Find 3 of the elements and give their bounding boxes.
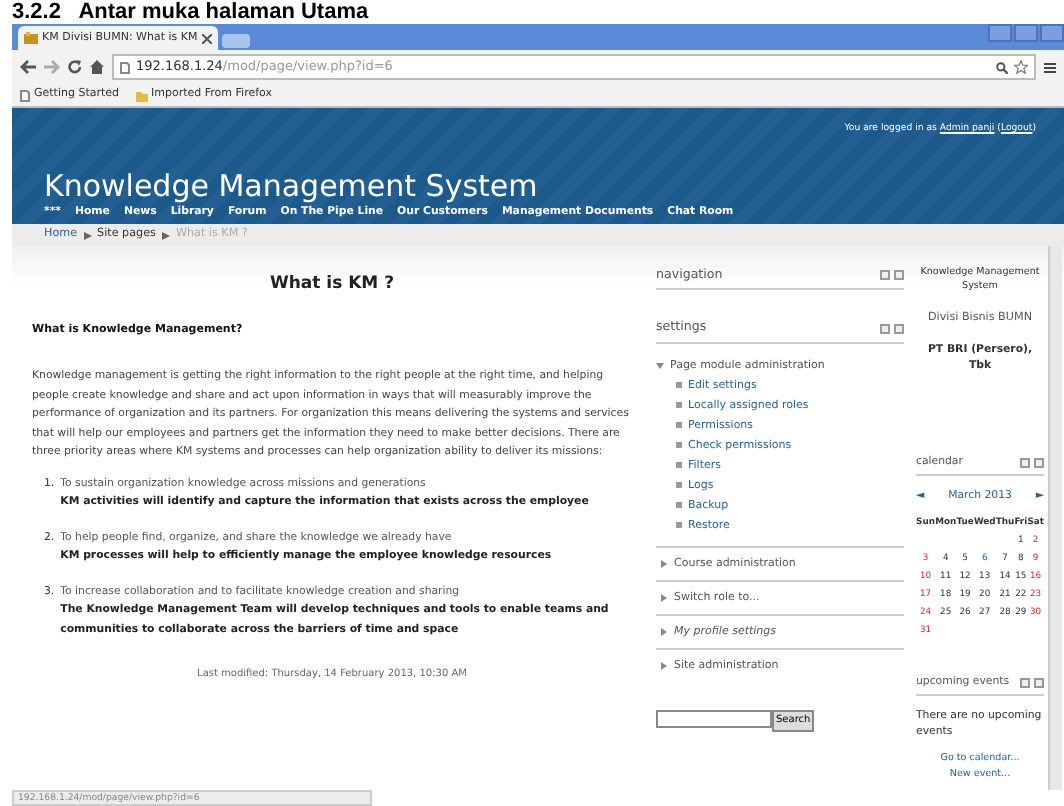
site-title: Knowledge Management System (44, 168, 540, 204)
page-title: What is KM ? (267, 274, 397, 294)
document-caption: 3.2.2 Antar muka halaman Utama (10, 0, 371, 24)
